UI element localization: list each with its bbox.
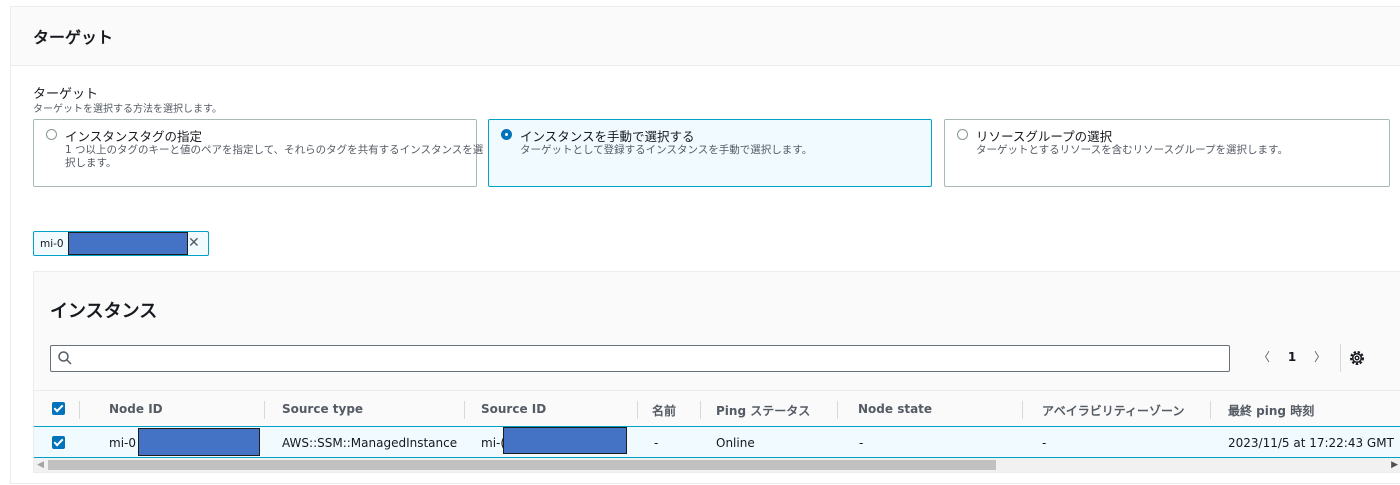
row-checkbox[interactable] [52, 436, 65, 449]
column-header-name[interactable]: 名前 [652, 402, 676, 419]
cell-source-type: AWS::SSM::ManagedInstance [282, 436, 458, 450]
next-page-button[interactable]: 〉 [1314, 348, 1326, 365]
settings-gear-icon[interactable] [1348, 349, 1366, 367]
option-resource-group[interactable]: リソースグループの選択 ターゲットとするリソースを含むリソースグループを選択しま… [944, 119, 1390, 187]
column-header-source-type[interactable]: Source type [282, 402, 363, 416]
select-all-checkbox[interactable] [52, 402, 65, 415]
radio-instance-tags[interactable] [46, 129, 57, 140]
search-input[interactable] [50, 345, 1230, 372]
column-header-source-id[interactable]: Source ID [481, 402, 546, 416]
prev-page-button[interactable]: 〈 [1258, 348, 1270, 365]
cell-name: - [654, 436, 659, 450]
cell-availability-zone: - [1042, 436, 1047, 450]
column-divider [1022, 401, 1023, 419]
cell-node-id: mi-0 [109, 436, 136, 450]
column-header-availability-zone[interactable]: アベイラビリティーゾーン [1042, 402, 1184, 419]
scroll-right-arrow-icon[interactable]: ▶ [1391, 460, 1398, 470]
scroll-left-arrow-icon[interactable]: ◀ [37, 460, 44, 470]
search-icon [58, 351, 72, 365]
cell-ping-status: Online [716, 436, 755, 450]
column-header-node-id[interactable]: Node ID [109, 402, 163, 416]
pagination-divider [1340, 344, 1341, 372]
column-header-ping-status[interactable]: Ping ステータス [716, 402, 810, 419]
option-title: インスタンスを手動で選択する [520, 129, 695, 144]
option-manual-select[interactable]: インスタンスを手動で選択する ターゲットとして登録するインスタンスを手動で選択し… [488, 119, 932, 187]
column-divider [837, 401, 838, 419]
cell-source-id: mi-( [481, 436, 506, 450]
cell-last-ping: 2023/11/5 at 17:22:43 GMT [1228, 436, 1394, 450]
column-divider [79, 401, 80, 419]
column-divider [637, 401, 638, 419]
panel-title: ターゲット [33, 28, 114, 47]
instances-container: インスタンス 〈 1 〉 Node ID Source type Source [33, 271, 1400, 473]
selected-instance-token: mi-0 ✕ [33, 231, 209, 256]
column-divider [700, 401, 701, 419]
option-title: インスタンスタグの指定 [65, 129, 203, 144]
table-header: Node ID Source type Source ID 名前 Ping ステ… [34, 390, 1400, 426]
targets-panel: ターゲット ターゲット ターゲットを選択する方法を選択します。 インスタンスタグ… [10, 6, 1400, 484]
instances-title: インスタンス [50, 301, 158, 322]
redaction-box [503, 427, 627, 454]
radio-manual-select[interactable] [501, 129, 512, 140]
token-label: mi-0 [40, 238, 64, 250]
token-remove-button[interactable]: ✕ [188, 235, 200, 251]
column-divider [1210, 401, 1211, 419]
target-field-description: ターゲットを選択する方法を選択します。 [33, 104, 222, 115]
column-header-node-state[interactable]: Node state [858, 402, 932, 416]
column-divider [264, 401, 265, 419]
table-row[interactable]: mi-0 AWS::SSM::ManagedInstance mi-( - On… [34, 426, 1400, 458]
cell-node-state: - [859, 436, 864, 450]
option-instance-tags[interactable]: インスタンスタグの指定 1 つ以上のタグのキーと値のペアを指定して、それらのタグ… [33, 119, 483, 187]
option-description: ターゲットとして登録するインスタンスを手動で選択します。 [520, 144, 813, 156]
redaction-box [68, 232, 188, 255]
column-divider [464, 401, 465, 419]
radio-resource-group[interactable] [957, 129, 968, 140]
option-title: リソースグループの選択 [976, 129, 1113, 144]
option-description: 1 つ以上のタグのキーと値のペアを指定して、それらのタグを共有するインスタンスを… [65, 144, 484, 169]
redaction-box [138, 428, 260, 456]
panel-header: ターゲット [11, 7, 1400, 66]
column-header-last-ping[interactable]: 最終 ping 時刻 [1228, 402, 1314, 419]
scrollbar-thumb[interactable] [48, 460, 996, 470]
page-number[interactable]: 1 [1288, 350, 1296, 364]
pagination: 〈 1 〉 [1258, 348, 1340, 365]
horizontal-scrollbar[interactable]: ◀ ▶ [34, 458, 1400, 472]
option-description: ターゲットとするリソースを含むリソースグループを選択します。 [976, 144, 1288, 156]
